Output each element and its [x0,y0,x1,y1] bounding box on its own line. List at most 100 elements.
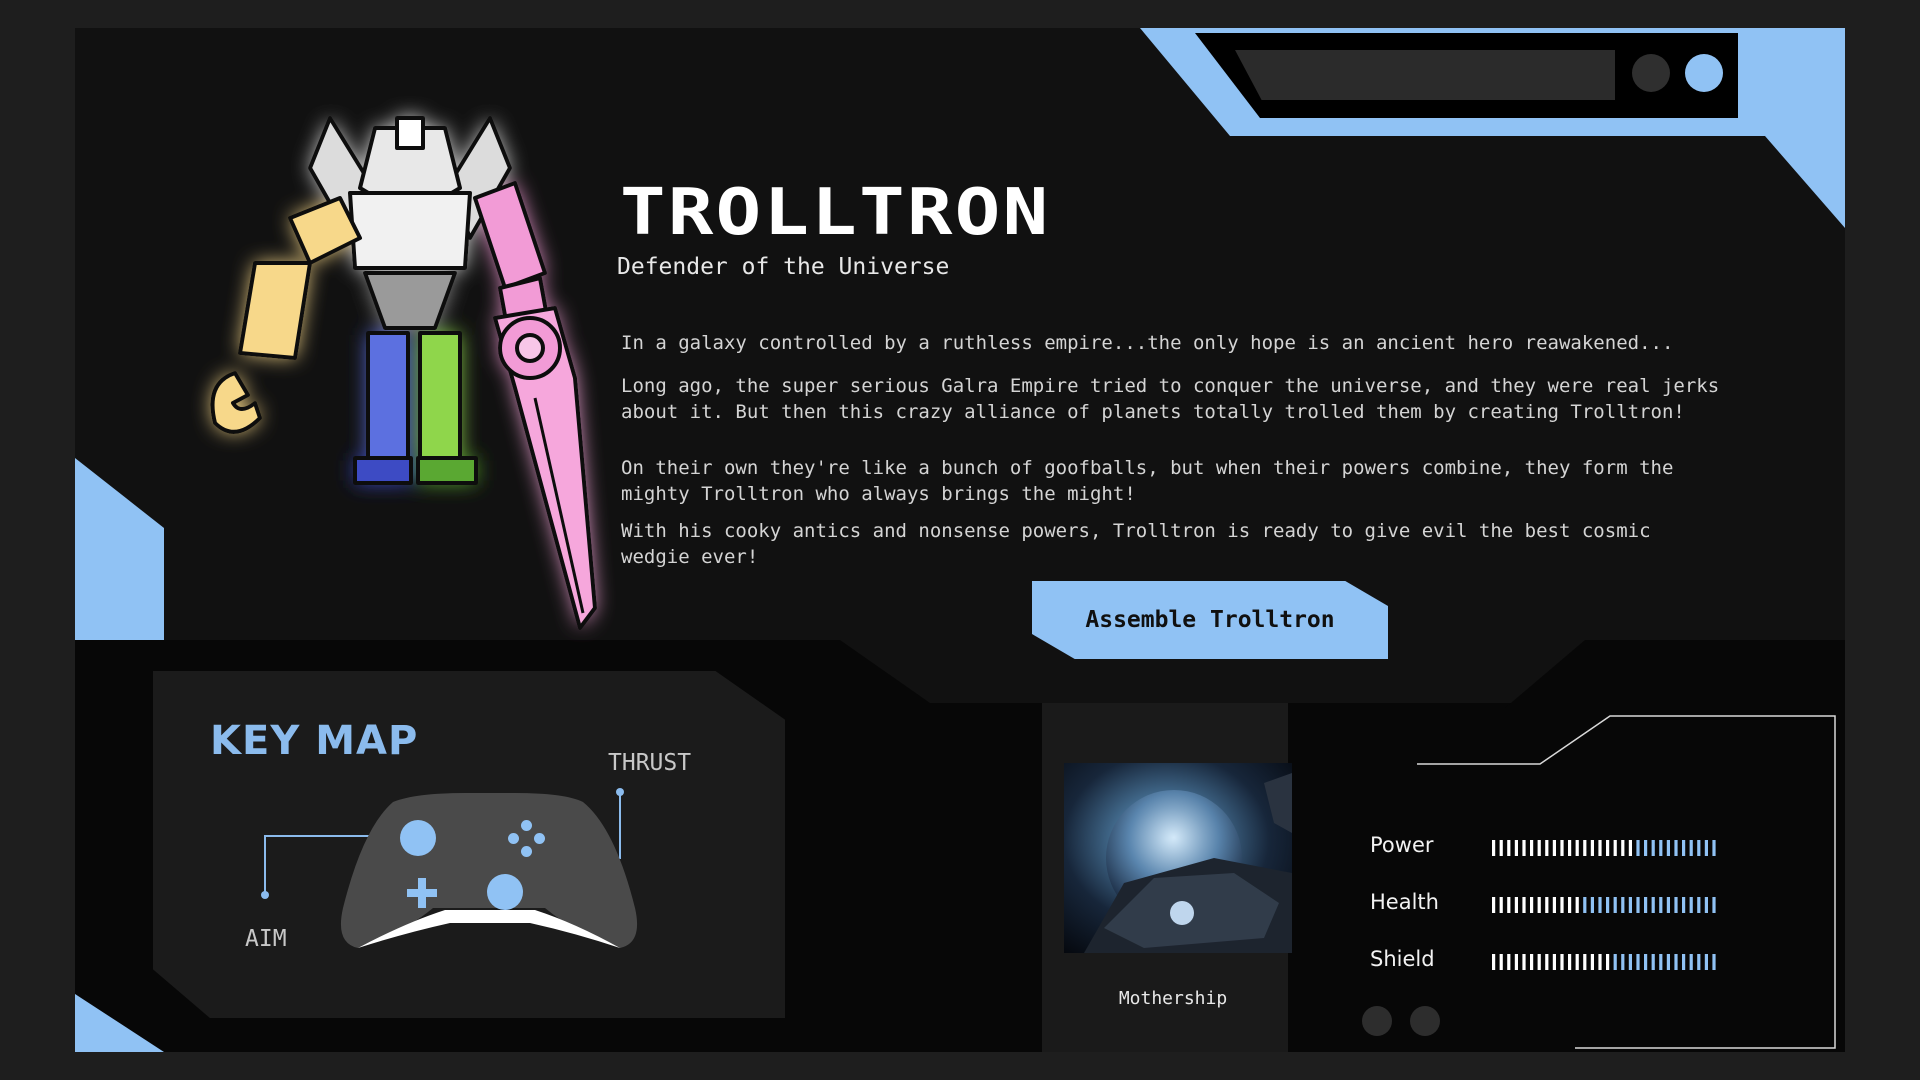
stat-segment [1636,897,1640,913]
slot-dot-1[interactable] [1362,1006,1392,1036]
face-buttons-icon[interactable] [503,820,549,866]
stat-segment [1552,840,1556,856]
stat-segment [1590,954,1594,970]
stats-panel-outline [1417,715,1836,1049]
stat-segment [1704,954,1708,970]
mothership-image[interactable] [1064,763,1292,953]
stat-segment [1560,954,1564,970]
stat-segment [1651,954,1655,970]
stat-segment [1651,897,1655,913]
stat-segment [1575,840,1579,856]
stat-bar-shield [1492,954,1716,970]
stat-segment [1712,954,1716,970]
stat-bar-power [1492,840,1716,856]
stat-segment [1621,840,1625,856]
stat-segment [1499,897,1503,913]
stat-segment [1621,954,1625,970]
left-thumbstick[interactable] [400,820,436,856]
stat-segment [1522,840,1526,856]
stat-label-shield: Shield [1370,947,1435,971]
search-input[interactable] [1273,50,1604,100]
window-dot-gray[interactable] [1632,54,1670,92]
dpad-icon[interactable] [407,878,437,908]
stat-segment [1666,954,1670,970]
stat-segment [1545,954,1549,970]
story-intro: In a galaxy controlled by a ruthless emp… [621,332,1674,354]
stat-segment [1560,840,1564,856]
slot-dot-2[interactable] [1410,1006,1440,1036]
stat-segment [1682,840,1686,856]
stat-segment [1545,840,1549,856]
stat-segment [1583,954,1587,970]
stat-segment [1613,954,1617,970]
stat-segment [1530,840,1534,856]
stat-segment [1659,954,1663,970]
right-thumbstick[interactable] [487,874,523,910]
stat-segment [1636,840,1640,856]
stat-segment [1689,954,1693,970]
stat-segment [1514,840,1518,856]
stat-segment [1590,897,1594,913]
stat-segment [1568,954,1572,970]
stat-segment [1712,840,1716,856]
stat-segment [1530,897,1534,913]
stat-segment [1598,954,1602,970]
stat-segment [1621,897,1625,913]
stat-segment [1628,840,1632,856]
stat-segment [1613,840,1617,856]
app-frame: TROLLTRON Defender of the Universe In a … [75,28,1845,1052]
stat-segment [1537,840,1541,856]
stat-segment [1697,840,1701,856]
stat-segment [1606,954,1610,970]
story-paragraph-3: With his cooky antics and nonsense power… [621,520,1651,568]
stat-segment [1697,954,1701,970]
stat-segment [1568,897,1572,913]
stat-segment [1636,954,1640,970]
stat-segment [1590,840,1594,856]
stat-segment [1644,897,1648,913]
stat-segment [1507,840,1511,856]
stat-bar-health [1492,897,1716,913]
stat-segment [1674,897,1678,913]
stat-segment [1530,954,1534,970]
stat-segment [1568,840,1572,856]
stat-segment [1575,954,1579,970]
stat-segment [1613,897,1617,913]
stat-segment [1606,897,1610,913]
story-paragraph-2: On their own they're like a bunch of goo… [621,457,1674,505]
stat-segment [1644,840,1648,856]
stat-segment [1545,897,1549,913]
stat-segment [1697,897,1701,913]
story-paragraph-1: Long ago, the super serious Galra Empire… [621,375,1720,423]
stat-segment [1522,897,1526,913]
stat-label-health: Health [1370,890,1439,914]
window-dot-blue[interactable] [1685,54,1723,92]
assemble-trolltron-button[interactable]: Assemble Trolltron [1032,581,1388,659]
stat-segment [1552,897,1556,913]
stat-segment [1628,954,1632,970]
stat-segment [1492,954,1496,970]
stat-segment [1659,897,1663,913]
stat-segment [1514,954,1518,970]
stat-segment [1704,840,1708,856]
stat-segment [1507,897,1511,913]
stat-segment [1689,897,1693,913]
stat-segment [1575,897,1579,913]
stat-segment [1492,840,1496,856]
stat-segment [1583,840,1587,856]
stat-segment [1674,954,1678,970]
search-bar[interactable] [1235,50,1615,100]
stat-segment [1659,840,1663,856]
stat-label-power: Power [1370,833,1434,857]
mothership-caption: Mothership [1118,988,1228,1009]
stat-segment [1560,897,1564,913]
stat-segment [1712,897,1716,913]
stat-segment [1598,840,1602,856]
stat-segment [1499,954,1503,970]
stat-segment [1499,840,1503,856]
stat-segment [1514,897,1518,913]
stat-segment [1689,840,1693,856]
stat-segment [1628,897,1632,913]
stat-segment [1674,840,1678,856]
stat-segment [1666,840,1670,856]
